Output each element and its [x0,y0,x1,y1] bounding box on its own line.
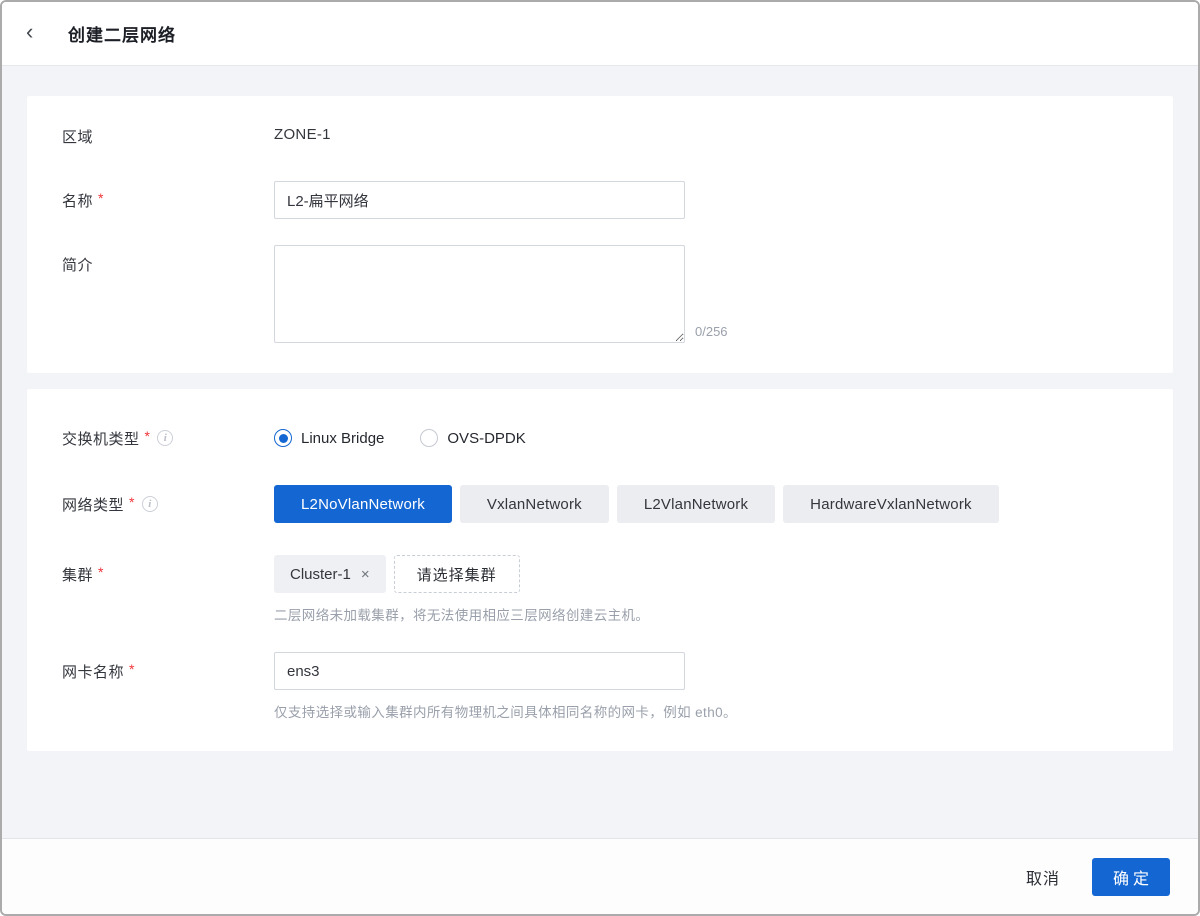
confirm-button[interactable]: 确定 [1092,857,1170,896]
zone-row: 区域 ZONE-1 [62,126,1173,147]
network-type-label: 网络类型 * i [62,485,274,523]
page-header: ‹ 创建二层网络 [2,2,1198,66]
nic-name-row: 网卡名称 * 仅支持选择或输入集群内所有物理机之间具体相同名称的网卡，例如 et… [62,652,1173,721]
info-icon[interactable]: i [157,430,174,446]
network-type-field: L2NoVlanNetwork VxlanNetwork L2VlanNetwo… [274,485,1173,523]
network-type-row: 网络类型 * i L2NoVlanNetwork VxlanNetwork L2… [62,485,1173,523]
network-type-button-group: L2NoVlanNetwork VxlanNetwork L2VlanNetwo… [274,485,1173,523]
switch-type-label: 交换机类型 * i [62,419,274,457]
back-icon[interactable]: ‹ [26,21,54,46]
name-row: 名称 * [62,181,1173,219]
description-field: 0/256 [274,245,1173,343]
cluster-row: 集群 * Cluster-1 × 请选择集群 二层网络未加载集群，将无法使用相应… [62,555,1173,624]
network-type-label-text: 网络类型 [62,497,125,514]
network-type-vxlan-button[interactable]: VxlanNetwork [459,485,609,523]
cluster-label: 集群 * [62,555,274,624]
name-label: 名称 * [62,181,274,219]
switch-type-row: 交换机类型 * i Linux Bridge OVS-DPDK [62,419,1173,457]
switch-type-label-text: 交换机类型 [62,431,140,448]
radio-selected-icon [274,429,292,447]
basic-info-card: 区域 ZONE-1 名称 * 简介 [27,96,1173,373]
nic-name-label-text: 网卡名称 [62,664,125,681]
name-field [274,181,1173,219]
name-input[interactable] [274,181,685,219]
cluster-tag-text: Cluster-1 [290,565,351,583]
select-cluster-button[interactable]: 请选择集群 [393,555,520,593]
network-type-l2novlan-button[interactable]: L2NoVlanNetwork [274,485,452,523]
page-body: 区域 ZONE-1 名称 * 简介 [2,66,1198,838]
radio-linux-bridge[interactable]: Linux Bridge [274,429,384,447]
required-mark: * [129,494,135,510]
description-label: 简介 [62,245,274,343]
remove-cluster-icon[interactable]: × [361,566,370,583]
nic-name-input[interactable] [274,652,685,690]
radio-label: OVS-DPDK [447,429,526,447]
network-type-hardwarevxlan-button[interactable]: HardwareVxlanNetwork [783,485,999,523]
nic-name-field: 仅支持选择或输入集群内所有物理机之间具体相同名称的网卡，例如 eth0。 [274,652,1173,721]
info-icon[interactable]: i [141,496,158,512]
char-counter: 0/256 [695,324,728,339]
switch-type-field: Linux Bridge OVS-DPDK [274,419,1173,457]
required-mark: * [144,428,151,444]
description-label-text: 简介 [62,257,94,274]
radio-label: Linux Bridge [301,429,385,447]
zone-label-text: 区域 [62,129,94,146]
cluster-tag: Cluster-1 × [274,555,386,593]
radio-ovs-dpdk[interactable]: OVS-DPDK [420,429,526,447]
name-label-text: 名称 [62,193,94,210]
cancel-button[interactable]: 取消 [1026,865,1060,889]
page-footer: 取消 确定 [2,838,1198,914]
required-mark: * [129,661,135,677]
radio-unselected-icon [420,429,439,447]
required-mark: * [98,564,104,580]
required-mark: * [98,190,104,206]
zone-label: 区域 [62,126,274,147]
cluster-field: Cluster-1 × 请选择集群 二层网络未加载集群，将无法使用相应三层网络创… [274,555,1173,624]
switch-type-radio-group: Linux Bridge OVS-DPDK [274,419,1173,457]
nic-name-label: 网卡名称 * [62,652,274,721]
page-title: 创建二层网络 [68,26,176,45]
nic-helper-text: 仅支持选择或输入集群内所有物理机之间具体相同名称的网卡，例如 eth0。 [274,705,737,720]
zone-value: ZONE-1 [274,126,331,143]
cluster-selection-line: Cluster-1 × 请选择集群 [274,555,1173,593]
zone-field: ZONE-1 [274,126,1173,147]
description-row: 简介 0/256 [62,245,1173,343]
network-type-l2vlan-button[interactable]: L2VlanNetwork [616,485,776,523]
create-l2-network-page: ‹ 创建二层网络 区域 ZONE-1 名称 * L2-扁平网络 简介 0/256… [0,0,1200,916]
description-textarea[interactable] [274,245,685,343]
network-config-card: 交换机类型 * i Linux Bridge OVS-DPDK 网络类型 * i… [27,389,1173,751]
cluster-label-text: 集群 [62,567,94,584]
cluster-helper-text: 二层网络未加载集群，将无法使用相应三层网络创建云主机。 [274,608,650,623]
